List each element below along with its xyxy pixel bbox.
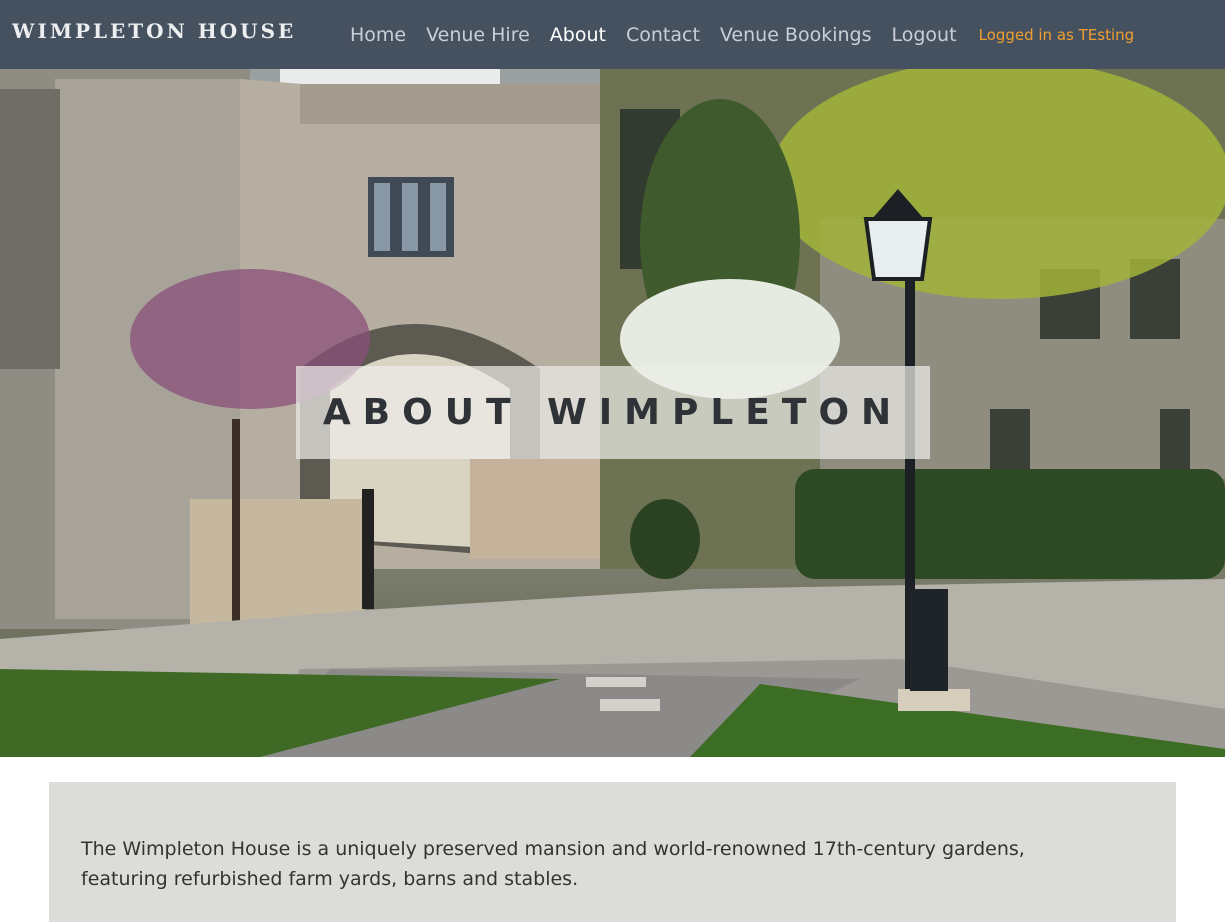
site-brand[interactable]: WIMPLETON HOUSE <box>12 19 296 43</box>
nav-about[interactable]: About <box>540 24 616 46</box>
nav-venue-bookings[interactable]: Venue Bookings <box>710 24 882 46</box>
hero-title-box: ABOUT WIMPLETON <box>296 366 930 459</box>
nav-venue-hire[interactable]: Venue Hire <box>416 24 540 46</box>
nav-contact[interactable]: Contact <box>616 24 710 46</box>
main-nav: Home Venue Hire About Contact Venue Book… <box>340 0 1134 69</box>
nav-logout[interactable]: Logout <box>882 24 967 46</box>
about-content-panel: The Wimpleton House is a uniquely preser… <box>49 782 1176 922</box>
login-status: Logged in as TEsting <box>978 25 1135 44</box>
nav-home[interactable]: Home <box>340 24 416 46</box>
intro-paragraph: The Wimpleton House is a uniquely preser… <box>81 838 1025 890</box>
hero-title: ABOUT WIMPLETON <box>322 392 904 433</box>
hero-banner: ABOUT WIMPLETON <box>0 69 1225 757</box>
navbar: WIMPLETON HOUSE Home Venue Hire About Co… <box>0 0 1225 69</box>
